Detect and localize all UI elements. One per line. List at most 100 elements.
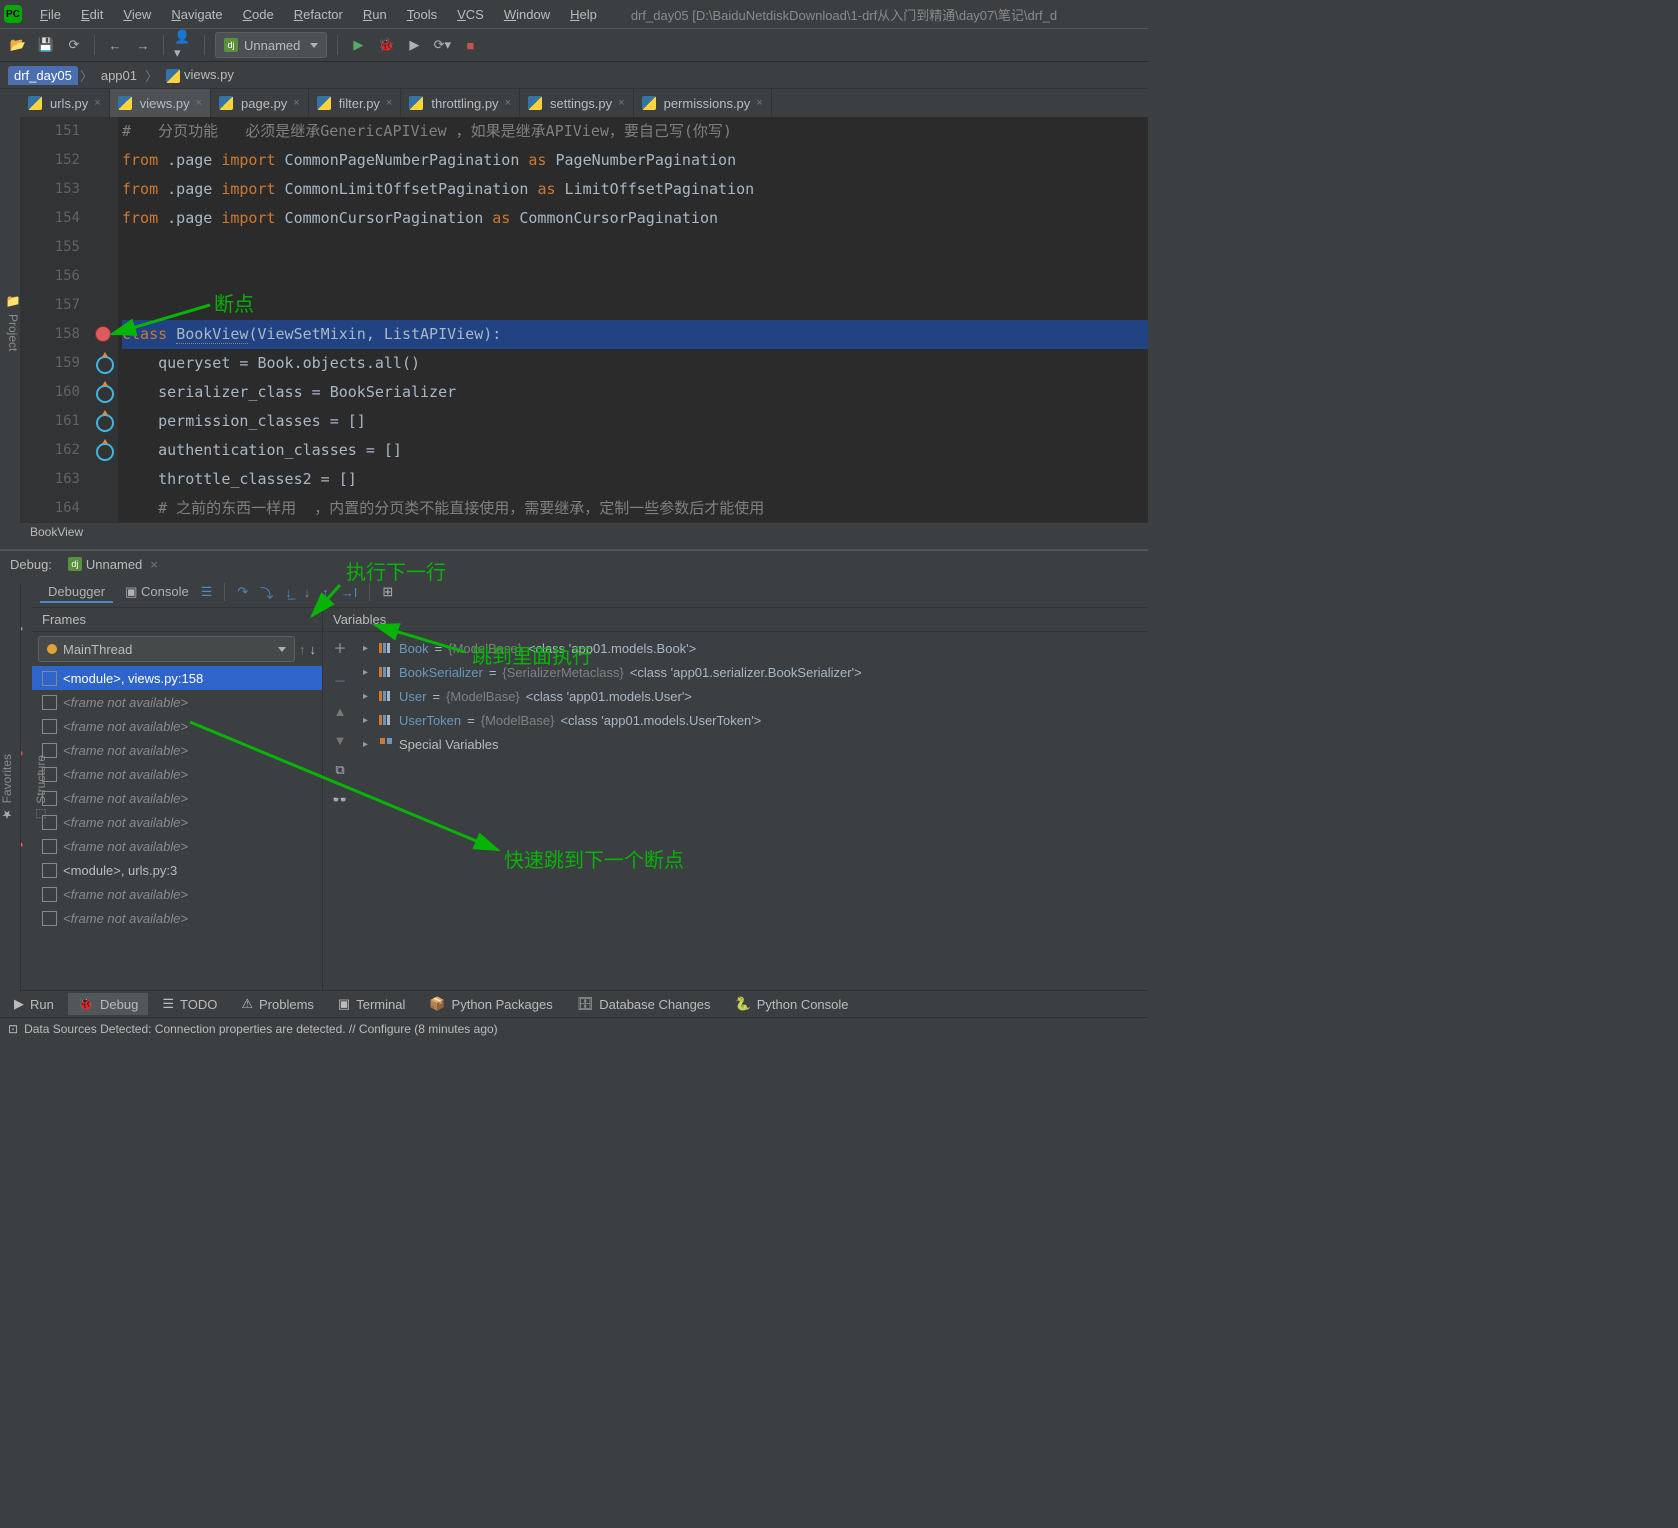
structure-tab[interactable]: ⬚ Structure xyxy=(34,755,48,822)
close-tab-icon[interactable]: × xyxy=(386,97,392,109)
file-tab[interactable]: filter.py× xyxy=(309,89,402,117)
tab-icon: 📦 xyxy=(429,996,445,1012)
prev-frame-icon[interactable]: ↑ xyxy=(299,642,306,657)
variable-row[interactable]: ▸Book = {ModelBase} <class 'app01.models… xyxy=(357,636,1148,660)
save-icon[interactable]: 💾 xyxy=(36,35,56,55)
variable-row[interactable]: ▸User = {ModelBase} <class 'app01.models… xyxy=(357,684,1148,708)
forward-icon[interactable]: → xyxy=(133,35,153,55)
coverage-icon[interactable]: ▶ xyxy=(404,35,424,55)
show-execution-point-icon[interactable]: ↷ xyxy=(237,584,248,600)
file-tab[interactable]: permissions.py× xyxy=(634,89,772,117)
tab-icon: ▣ xyxy=(338,996,350,1012)
status-message[interactable]: Data Sources Detected: Connection proper… xyxy=(24,1022,498,1036)
close-tab-icon[interactable]: × xyxy=(94,97,100,109)
frame-row[interactable]: <frame not available> xyxy=(32,690,322,714)
close-tab-icon[interactable]: × xyxy=(293,97,299,109)
menu-help[interactable]: Help xyxy=(562,4,605,25)
threads-icon[interactable]: ☰ xyxy=(201,584,213,600)
variable-row[interactable]: ▸UserToken = {ModelBase} <class 'app01.m… xyxy=(357,708,1148,732)
step-into-icon[interactable]: ↓̲ xyxy=(285,585,292,600)
frame-row[interactable]: <module>, views.py:158 xyxy=(32,666,322,690)
step-out-icon[interactable]: ↑ xyxy=(322,585,329,600)
copy-icon[interactable]: ⧉ xyxy=(335,762,344,778)
run-config-selector[interactable]: dj Unnamed xyxy=(215,32,327,58)
crumb-folder[interactable]: app01 xyxy=(95,66,143,85)
debug-icon[interactable]: 🐞 xyxy=(376,35,396,55)
run-icon[interactable]: ▶ xyxy=(348,35,368,55)
file-tab[interactable]: page.py× xyxy=(211,89,309,117)
thread-selector[interactable]: MainThread xyxy=(38,636,295,662)
frame-row[interactable]: <frame not available> xyxy=(32,738,322,762)
code-editor[interactable]: 1511521531541551561571581591601611621631… xyxy=(20,117,1148,527)
bottom-tab-debug[interactable]: 🐞Debug xyxy=(68,993,149,1015)
project-tool-window-stripe[interactable]: 📁 Project xyxy=(0,89,21,549)
variable-icon xyxy=(379,691,393,701)
frame-row[interactable]: <frame not available> xyxy=(32,834,322,858)
close-tab-icon[interactable]: × xyxy=(505,97,511,109)
menu-refactor[interactable]: Refactor xyxy=(286,4,351,25)
menu-code[interactable]: Code xyxy=(235,4,282,25)
file-tab[interactable]: settings.py× xyxy=(520,89,634,117)
crumb-project[interactable]: drf_day05 xyxy=(8,66,78,85)
menu-view[interactable]: View xyxy=(115,4,159,25)
frame-row[interactable]: <frame not available> xyxy=(32,762,322,786)
file-tab[interactable]: views.py× xyxy=(110,89,211,117)
stop-icon[interactable]: ■ xyxy=(460,35,480,55)
profile-icon[interactable]: ⟳▾ xyxy=(432,35,452,55)
frames-panel: Frames MainThread ↑ ↓ <module>, views.py… xyxy=(32,608,323,990)
close-tab-icon[interactable]: × xyxy=(196,97,202,109)
glasses-icon[interactable]: 👓 xyxy=(332,792,348,808)
variable-row[interactable]: ▸Special Variables xyxy=(357,732,1148,756)
menu-window[interactable]: Window xyxy=(496,4,558,25)
override-icon[interactable] xyxy=(96,356,114,374)
debugger-tab[interactable]: Debugger xyxy=(40,582,113,603)
bottom-tab-run[interactable]: ▶Run xyxy=(4,993,64,1015)
tab-icon: ▶ xyxy=(14,996,24,1012)
frame-row[interactable]: <module>, urls.py:3 xyxy=(32,858,322,882)
crumb-file[interactable]: views.py xyxy=(160,65,240,85)
user-icon[interactable]: 👤▾ xyxy=(174,35,194,55)
debug-run-config[interactable]: dj Unnamed × xyxy=(62,555,164,574)
editor-breadcrumb[interactable]: BookView xyxy=(20,522,1148,549)
menu-run[interactable]: Run xyxy=(355,4,395,25)
menu-file[interactable]: File xyxy=(32,4,69,25)
frame-row[interactable]: <frame not available> xyxy=(32,714,322,738)
menu-vcs[interactable]: VCS xyxy=(449,4,492,25)
debug-header: Debug: dj Unnamed × xyxy=(0,551,1148,577)
bottom-tab-database-changes[interactable]: 🗄Database Changes xyxy=(567,993,721,1015)
file-tab[interactable]: throttling.py× xyxy=(401,89,520,117)
override-icon[interactable] xyxy=(96,385,114,403)
sync-icon[interactable]: ⟳ xyxy=(64,35,84,55)
frame-row[interactable]: <frame not available> xyxy=(32,786,322,810)
bottom-tab-todo[interactable]: ☰TODO xyxy=(152,993,227,1015)
bottom-tab-python-console[interactable]: 🐍Python Console xyxy=(725,993,859,1015)
add-watch-icon[interactable]: ＋ xyxy=(333,638,346,657)
favorites-tab[interactable]: ★ Favorites xyxy=(0,754,14,821)
bottom-tab-python-packages[interactable]: 📦Python Packages xyxy=(419,993,562,1015)
close-tab-icon[interactable]: × xyxy=(618,97,624,109)
menu-navigate[interactable]: Navigate xyxy=(163,4,230,25)
menu-edit[interactable]: Edit xyxy=(73,4,111,25)
debug-label: Debug: xyxy=(10,557,52,572)
menu-tools[interactable]: Tools xyxy=(399,4,445,25)
evaluate-icon[interactable]: ⊞ xyxy=(382,584,393,600)
run-to-cursor-icon[interactable]: →I xyxy=(341,585,358,600)
next-frame-icon[interactable]: ↓ xyxy=(310,642,317,657)
project-tab-label[interactable]: 📁 Project xyxy=(6,290,20,357)
back-icon[interactable]: ← xyxy=(105,35,125,55)
override-icon[interactable] xyxy=(96,414,114,432)
bottom-tab-terminal[interactable]: ▣Terminal xyxy=(328,993,415,1015)
frame-row[interactable]: <frame not available> xyxy=(32,882,322,906)
frame-row[interactable]: <frame not available> xyxy=(32,810,322,834)
open-icon[interactable]: 📂 xyxy=(8,35,28,55)
override-icon[interactable] xyxy=(96,443,114,461)
bottom-tab-problems[interactable]: ⚠Problems xyxy=(231,993,324,1015)
frame-row[interactable]: <frame not available> xyxy=(32,906,322,930)
force-step-into-icon[interactable]: ↓ xyxy=(304,585,311,600)
console-tab[interactable]: ▣ Console xyxy=(125,584,189,600)
close-tab-icon[interactable]: × xyxy=(756,97,762,109)
file-tab[interactable]: urls.py× xyxy=(20,89,110,117)
breakpoint-icon[interactable] xyxy=(96,327,110,341)
variable-row[interactable]: ▸BookSerializer = {SerializerMetaclass} … xyxy=(357,660,1148,684)
step-over-icon[interactable]: ⤵ xyxy=(260,583,273,602)
